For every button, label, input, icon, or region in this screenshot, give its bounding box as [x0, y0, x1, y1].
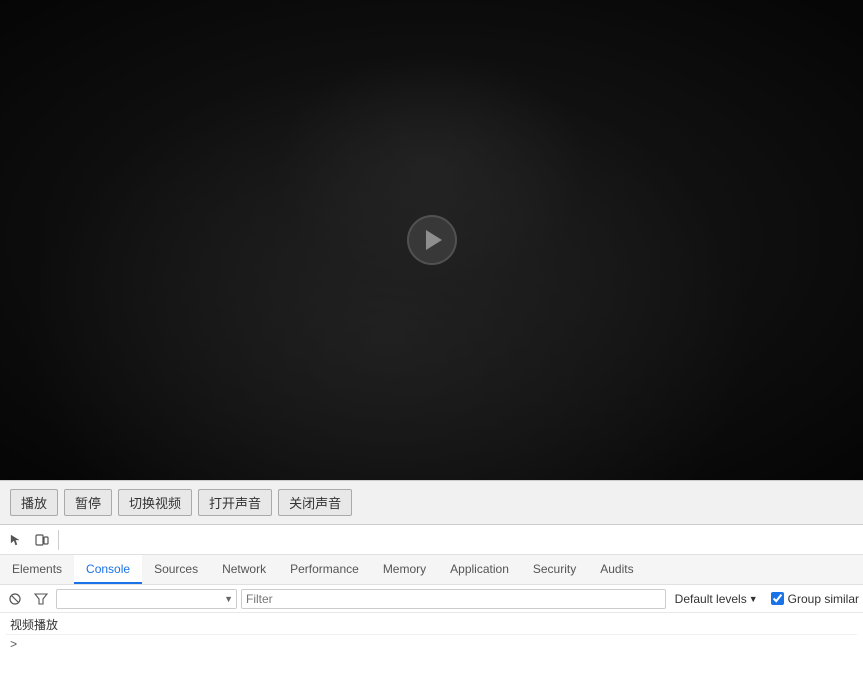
tab-console[interactable]: Console — [74, 555, 142, 584]
tab-sources[interactable]: Sources — [142, 555, 210, 584]
device-toolbar-icon[interactable] — [30, 528, 54, 552]
devtools-tabs-row: Elements Console Sources Network Perform… — [0, 555, 863, 585]
tab-performance[interactable]: Performance — [278, 555, 371, 584]
console-log-text: 视频播放 — [10, 616, 58, 633]
tab-security[interactable]: Security — [521, 555, 588, 584]
clear-console-icon[interactable] — [4, 588, 26, 610]
context-selector[interactable]: top ▼ — [56, 589, 237, 609]
filter-toggle-icon[interactable] — [30, 588, 52, 610]
tab-elements[interactable]: Elements — [0, 555, 74, 584]
close-sound-button[interactable]: 关闭声音 — [278, 489, 352, 516]
default-levels-label: Default levels — [675, 592, 747, 606]
play-triangle-icon — [426, 230, 442, 250]
open-sound-button[interactable]: 打开声音 — [198, 489, 272, 516]
video-controls-bar: 播放 暂停 切换视频 打开声音 关闭声音 — [0, 480, 863, 524]
devtools-panel: Elements Console Sources Network Perform… — [0, 524, 863, 685]
switch-video-button[interactable]: 切换视频 — [118, 489, 192, 516]
play-button[interactable]: 播放 — [10, 489, 58, 516]
video-player — [0, 0, 863, 480]
filter-bar: top ▼ Default levels ▼ Group similar — [0, 585, 863, 613]
console-prompt-line[interactable]: > — [6, 635, 857, 655]
group-similar-label[interactable]: Group similar — [771, 592, 859, 606]
levels-chevron-icon: ▼ — [749, 594, 758, 604]
toolbar-divider — [58, 530, 59, 550]
context-input[interactable]: top — [56, 589, 237, 609]
tab-memory[interactable]: Memory — [371, 555, 438, 584]
group-similar-text: Group similar — [788, 592, 859, 606]
console-output: 视频播放 > — [0, 613, 863, 685]
console-log-line: 视频播放 — [6, 615, 857, 635]
prompt-arrow-icon: > — [10, 638, 17, 652]
devtools-toolbar — [0, 525, 863, 555]
tab-application[interactable]: Application — [438, 555, 521, 584]
play-button-overlay[interactable] — [407, 215, 457, 265]
group-similar-checkbox[interactable] — [771, 592, 784, 605]
inspect-element-icon[interactable] — [4, 528, 28, 552]
tab-audits[interactable]: Audits — [588, 555, 645, 584]
default-levels-button[interactable]: Default levels ▼ — [670, 590, 763, 608]
pause-button[interactable]: 暂停 — [64, 489, 112, 516]
tab-network[interactable]: Network — [210, 555, 278, 584]
filter-input[interactable] — [241, 589, 666, 609]
default-levels-dropdown[interactable]: Default levels ▼ — [670, 590, 763, 608]
